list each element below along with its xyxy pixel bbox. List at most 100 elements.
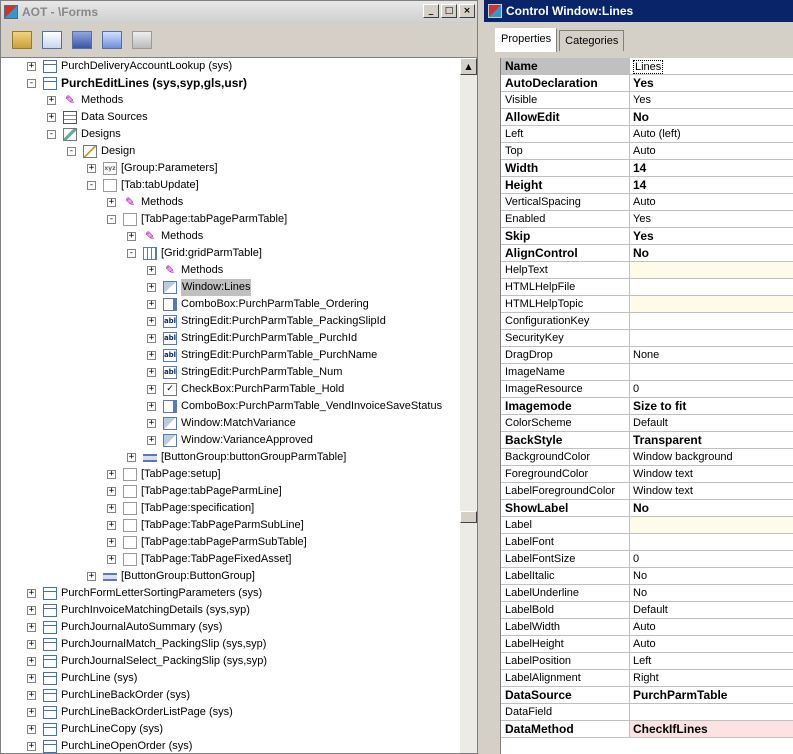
property-value[interactable]: Auto — [630, 194, 793, 210]
property-row[interactable]: BackStyle Transparent — [501, 432, 793, 449]
tree-node[interactable]: + PurchInvoiceMatchingDetails (sys,syp) — [27, 602, 250, 619]
tree-node[interactable]: + PurchJournalSelect_PackingSlip (sys,syp… — [27, 653, 267, 670]
maximize-button[interactable]: □ — [441, 4, 457, 18]
tree-node[interactable]: + abl StringEdit:PurchParmTable_PurchName — [147, 347, 377, 364]
property-row[interactable]: HTMLHelpFile — [501, 279, 793, 296]
property-value[interactable]: 14 — [630, 177, 793, 193]
tab-properties[interactable]: Properties — [495, 28, 558, 52]
property-row[interactable]: SecurityKey — [501, 330, 793, 347]
import-button[interactable] — [99, 27, 125, 53]
expand-icon[interactable]: + — [147, 402, 156, 411]
expand-icon[interactable]: + — [147, 368, 156, 377]
collapse-icon[interactable]: - — [107, 215, 116, 224]
property-value[interactable]: Right — [630, 670, 793, 686]
tree-node[interactable]: + [TabPage:specification] — [107, 500, 254, 517]
expand-icon[interactable]: + — [27, 742, 36, 751]
property-row[interactable]: LabelBold Default — [501, 602, 793, 619]
expand-icon[interactable]: + — [147, 300, 156, 309]
expand-icon[interactable]: + — [147, 385, 156, 394]
tree-node[interactable]: - [Tab:tabUpdate] — [87, 177, 199, 194]
property-row[interactable]: Left Auto (left) — [501, 126, 793, 143]
collapse-icon[interactable]: - — [67, 147, 76, 156]
collapse-icon[interactable]: - — [127, 249, 136, 258]
tree-node[interactable]: + Window:VarianceApproved — [147, 432, 313, 449]
property-value[interactable]: No — [630, 109, 793, 125]
tree-node[interactable]: - Design — [67, 143, 135, 160]
property-value[interactable]: No — [630, 585, 793, 601]
expand-icon[interactable]: + — [27, 589, 36, 598]
property-value[interactable]: No — [630, 568, 793, 584]
aot-title-bar[interactable]: AOT - \Forms _ □ × — [1, 1, 477, 23]
tree-node[interactable]: + ✎ Methods — [107, 194, 183, 211]
expand-icon[interactable]: + — [107, 538, 116, 547]
collapse-icon[interactable]: - — [47, 130, 56, 139]
property-value[interactable] — [630, 704, 793, 720]
tree-node[interactable]: - PurchEditLines (sys,syp,gls,usr) — [27, 75, 247, 92]
property-row[interactable]: LabelUnderline No — [501, 585, 793, 602]
property-value[interactable] — [630, 364, 793, 380]
collapse-icon[interactable]: - — [87, 181, 96, 190]
tree-node[interactable]: + abl StringEdit:PurchParmTable_PackingSli… — [147, 313, 386, 330]
property-row[interactable]: LabelWidth Auto — [501, 619, 793, 636]
tree-node[interactable]: + [TabPage:TabPageParmSubLine] — [107, 517, 304, 534]
tree-node[interactable]: + ✎ Methods — [127, 228, 203, 245]
property-value[interactable]: Window text — [630, 466, 793, 482]
property-row[interactable]: Width 14 — [501, 160, 793, 177]
export-button[interactable] — [129, 27, 155, 53]
expand-icon[interactable]: + — [147, 317, 156, 326]
property-row[interactable]: ShowLabel No — [501, 500, 793, 517]
property-value[interactable]: Auto — [630, 636, 793, 652]
tree-node[interactable]: + ✎ Methods — [147, 262, 223, 279]
tree-node[interactable]: - [TabPage:tabPageParmTable] — [107, 211, 287, 228]
tree-node[interactable]: + [TabPage:TabPageFixedAsset] — [107, 551, 291, 568]
property-value[interactable]: 14 — [630, 160, 793, 176]
tree-node[interactable]: + xyz [Group:Parameters] — [87, 160, 218, 177]
expand-icon[interactable]: + — [27, 725, 36, 734]
tree-node[interactable]: + PurchFormLetterSortingParameters (sys) — [27, 585, 262, 602]
property-value[interactable]: Default — [630, 602, 793, 618]
tree-node[interactable]: + abl StringEdit:PurchParmTable_Num — [147, 364, 342, 381]
property-value[interactable]: Yes — [630, 211, 793, 227]
property-row[interactable]: Top Auto — [501, 143, 793, 160]
expand-icon[interactable]: + — [147, 334, 156, 343]
property-value[interactable]: No — [630, 245, 793, 261]
property-row[interactable]: Enabled Yes — [501, 211, 793, 228]
property-row[interactable]: LabelPosition Left — [501, 653, 793, 670]
expand-icon[interactable]: + — [107, 521, 116, 530]
tree-node[interactable]: + ✎ Methods — [47, 92, 123, 109]
tree-node[interactable]: + ComboBox:PurchParmTable_Ordering — [147, 296, 369, 313]
tree-node[interactable]: + PurchLine (sys) — [27, 670, 137, 687]
expand-icon[interactable]: + — [147, 283, 156, 292]
property-value[interactable]: CheckIfLines — [630, 721, 793, 737]
property-row[interactable]: DataSource PurchParmTable — [501, 687, 793, 704]
expand-icon[interactable]: + — [147, 436, 156, 445]
open-button[interactable] — [9, 27, 35, 53]
property-row[interactable]: LabelForegroundColor Window text — [501, 483, 793, 500]
property-value[interactable] — [630, 279, 793, 295]
property-row[interactable]: LabelFont — [501, 534, 793, 551]
property-value[interactable]: Yes — [630, 92, 793, 108]
property-value[interactable]: 0 — [630, 551, 793, 567]
property-row[interactable]: DragDrop None — [501, 347, 793, 364]
tab-categories[interactable]: Categories — [559, 30, 625, 51]
property-row[interactable]: Name Lines — [501, 58, 793, 75]
expand-icon[interactable]: + — [47, 96, 56, 105]
property-row[interactable]: Skip Yes — [501, 228, 793, 245]
tree-node[interactable]: + PurchJournalAutoSummary (sys) — [27, 619, 222, 636]
expand-icon[interactable]: + — [87, 164, 96, 173]
tree-scrollbar[interactable]: ▲ — [460, 58, 477, 753]
expand-icon[interactable]: + — [27, 623, 36, 632]
property-row[interactable]: BackgroundColor Window background — [501, 449, 793, 466]
property-row[interactable]: AllowEdit No — [501, 109, 793, 126]
scroll-up-arrow-icon[interactable]: ▲ — [460, 58, 477, 75]
tree-node[interactable]: + [TabPage:setup] — [107, 466, 221, 483]
property-row[interactable]: LabelItalic No — [501, 568, 793, 585]
property-row[interactable]: ImageName — [501, 364, 793, 381]
control-title-bar[interactable]: Control Window:Lines — [484, 0, 793, 22]
expand-icon[interactable]: + — [107, 198, 116, 207]
aot-tree[interactable]: + PurchDeliveryAccountLookup (sys) - PurchE… — [1, 58, 460, 753]
property-value[interactable]: Auto — [630, 143, 793, 159]
expand-icon[interactable]: + — [27, 62, 36, 71]
expand-icon[interactable]: + — [127, 453, 136, 462]
property-row[interactable]: AlignControl No — [501, 245, 793, 262]
